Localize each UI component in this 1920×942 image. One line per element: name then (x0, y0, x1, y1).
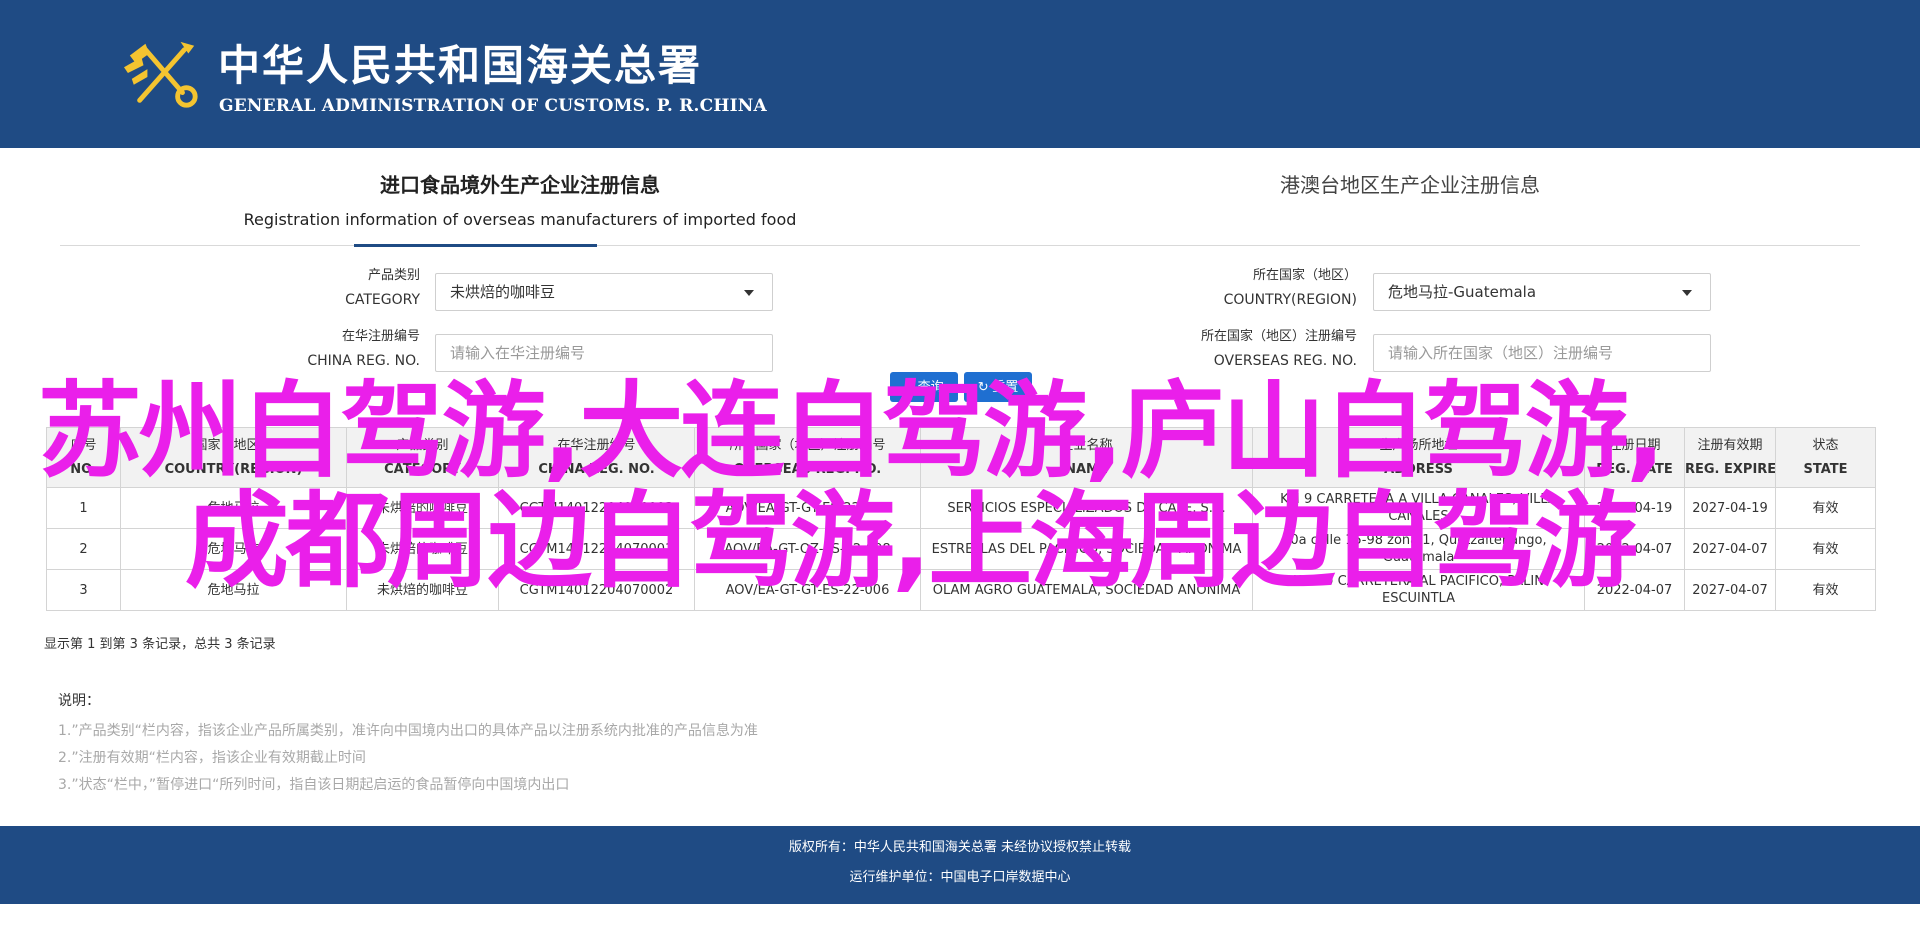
column-header[interactable]: 状态 STATE (1775, 427, 1876, 488)
results-table: 序号 NO. 国家（地区） COUNTRY(REGION) 产品类别 CATEGORY… (46, 427, 1876, 611)
column-header[interactable]: 在华注册编号 CHINA REG. NO. (498, 427, 695, 488)
column-header[interactable]: 生产场所地址 ADDRESS (1252, 427, 1585, 488)
table-row[interactable]: 3 危地马拉 未烘焙的咖啡豆 CGTM14012204070002 AOV/EA… (46, 569, 1876, 611)
overseas-reg-label: 所在国家（地区）注册编号 OVERSEAS REG. NO. (1200, 329, 1357, 369)
table-row[interactable]: 2 危地马拉 未烘焙的咖啡豆 CGTM14012204070001 AOV/EA… (46, 528, 1876, 570)
tab-hk-macao-taiwan[interactable]: 港澳台地区生产企业注册信息 (1110, 168, 1710, 202)
notes-title: 说明： (58, 693, 100, 709)
chevron-down-icon (1682, 290, 1692, 296)
tab-active-indicator (354, 244, 597, 247)
tab-overseas-manufacturers[interactable]: 进口食品境外生产企业注册信息 Registration information … (220, 168, 820, 234)
category-select[interactable]: 未烘焙的咖啡豆 (435, 273, 773, 311)
customs-emblem-icon (124, 41, 198, 108)
search-button[interactable]: ⚲ 查询 (890, 372, 958, 402)
tab-divider (60, 245, 1860, 246)
maintainer-text: 运行维护单位：中国电子口岸数据中心 (849, 870, 1071, 885)
category-label: 产品类别 CATEGORY (345, 268, 420, 308)
reset-button[interactable]: ↻ 重置 (964, 372, 1032, 402)
table-header-row: 序号 NO. 国家（地区） COUNTRY(REGION) 产品类别 CATEGORY… (46, 427, 1876, 488)
overseas-reg-input[interactable]: 请输入所在国家（地区）注册编号 (1373, 334, 1711, 372)
chevron-down-icon (744, 290, 754, 296)
tab-title: 进口食品境外生产企业注册信息 (380, 173, 660, 197)
country-select[interactable]: 危地马拉-Guatemala (1373, 273, 1711, 311)
column-header[interactable]: 序号 NO. (46, 427, 121, 488)
column-header[interactable]: 注册日期 REG. DATE (1584, 427, 1685, 488)
site-footer: 版权所有：中华人民共和国海关总署 未经协议授权禁止转载 运行维护单位：中国电子口… (0, 826, 1920, 904)
china-reg-input[interactable]: 请输入在华注册编号 (435, 334, 773, 372)
tab-title: 港澳台地区生产企业注册信息 (1280, 173, 1540, 197)
site-header: 中华人民共和国海关总署 GENERAL ADMINISTRATION OF CU… (0, 0, 1920, 148)
copyright-text: 版权所有：中华人民共和国海关总署 未经协议授权禁止转载 (788, 840, 1132, 855)
site-title-cn: 中华人民共和国海关总署 (218, 41, 703, 90)
table-row[interactable]: 1 危地马拉 未烘焙的咖啡豆 CGTM14012204070003 AOV/EA… (46, 487, 1876, 529)
country-label: 所在国家（地区） COUNTRY(REGION) (1223, 268, 1357, 308)
column-header[interactable]: 产品类别 CATEGORY (346, 427, 499, 488)
search-icon: ⚲ (904, 379, 914, 394)
site-title-en: GENERAL ADMINISTRATION OF CUSTOMS. P. R.… (219, 96, 767, 116)
column-header[interactable]: 企业名称 NAME (920, 427, 1253, 488)
tab-subtitle: Registration information of overseas man… (243, 210, 797, 229)
column-header[interactable]: 注册有效期REG. EXPIRE D... (1684, 427, 1776, 488)
refresh-icon: ↻ (977, 379, 989, 394)
note-item: 2.”注册有效期“栏内容，指该企业有效期截止时间 (58, 750, 366, 766)
records-summary: 显示第 1 到第 3 条记录，总共 3 条记录 (44, 637, 276, 652)
column-header[interactable]: 国家（地区） COUNTRY(REGION) (120, 427, 347, 488)
notes-section: 说明： 1.”产品类别“栏内容，指该企业产品所属类别，准许向中国境内出口的具体产… (58, 690, 758, 799)
column-header[interactable]: 所在国家（地区）注册编号 OVERSEAS REG. NO. (694, 427, 921, 488)
china-reg-label: 在华注册编号 CHINA REG. NO. (307, 329, 420, 369)
note-item: 1.”产品类别“栏内容，指该企业产品所属类别，准许向中国境内出口的具体产品以注册… (58, 723, 758, 739)
note-item: 3.”状态“栏中，”暂停进口“所列时间，指自该日期起启运的食品暂停向中国境内出口 (58, 777, 570, 793)
